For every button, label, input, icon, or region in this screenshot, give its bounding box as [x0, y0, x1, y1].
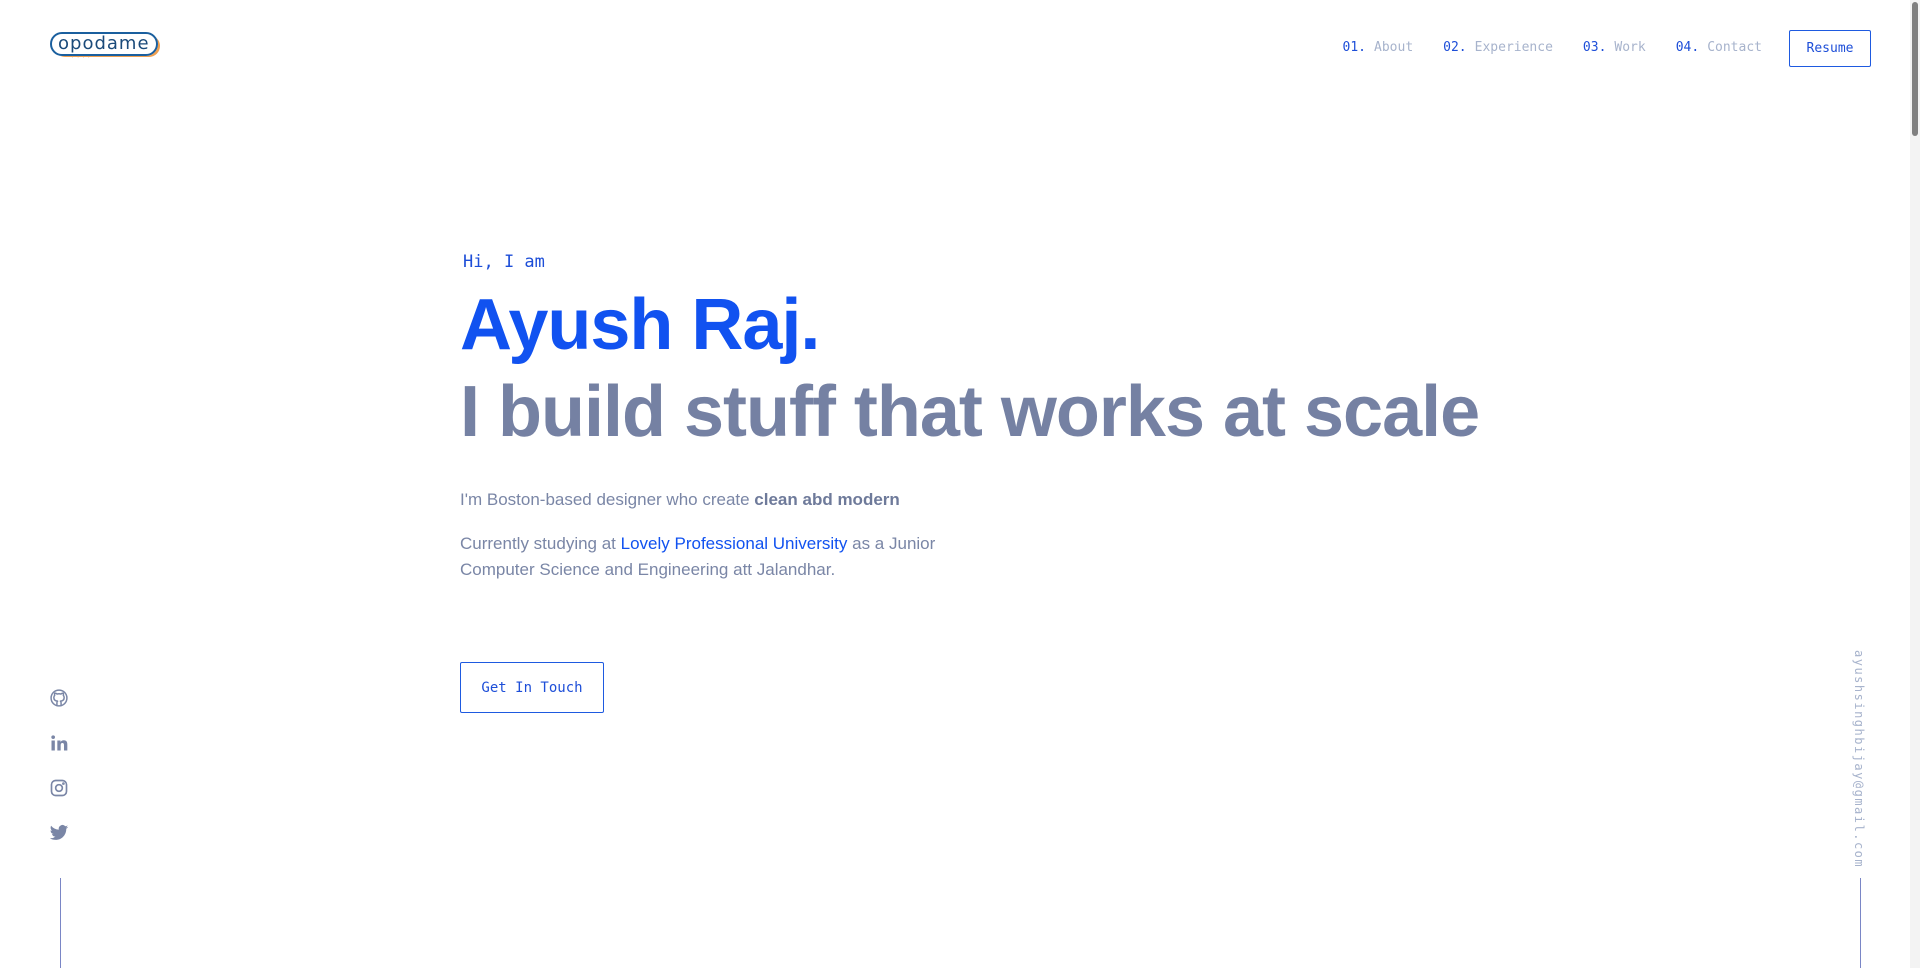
email-link[interactable]: ayushsinghbijay@gmail.com	[1852, 650, 1866, 868]
greeting: Hi, I am	[463, 252, 545, 272]
social-links	[49, 688, 71, 868]
hero-section: Hi, I am Ayush Raj. I build stuff that w…	[460, 252, 1660, 583]
scrollbar-thumb[interactable]	[1912, 2, 1918, 136]
hero-name: Ayush Raj.	[460, 285, 820, 365]
logo-wordmark: opodame	[50, 32, 158, 56]
nav-about[interactable]: 01. About	[1343, 40, 1414, 58]
nav-number: 01.	[1342, 40, 1367, 55]
nav-number: 02.	[1443, 40, 1467, 55]
instagram-icon[interactable]	[49, 778, 69, 798]
intro-bold: clean abd modern	[754, 490, 900, 509]
get-in-touch-button[interactable]: Get In Touch	[460, 662, 604, 713]
twitter-icon[interactable]	[49, 823, 69, 843]
hero-intro: I'm Boston-based designer who create cle…	[460, 490, 1660, 510]
nav-work[interactable]: 03. Work	[1583, 40, 1646, 58]
nav-label: About	[1374, 40, 1414, 55]
logo[interactable]: opodame ....	[50, 32, 158, 62]
nav-experience[interactable]: 02. Experience	[1443, 40, 1553, 58]
nav-label: Experience	[1474, 40, 1553, 55]
nav-label: Work	[1614, 40, 1646, 55]
nav-number: 03.	[1582, 40, 1607, 55]
university-link[interactable]: Lovely Professional University	[621, 534, 848, 553]
hero-tagline: I build stuff that works at scale	[460, 372, 1480, 452]
nav-contact[interactable]: 04. Contact	[1676, 40, 1762, 58]
hero-study: Currently studying at Lovely Professiona…	[460, 531, 980, 583]
study-prefix: Currently studying at	[460, 534, 621, 553]
nav-label: Contact	[1707, 40, 1762, 55]
right-side-line	[1860, 878, 1861, 968]
intro-text: I'm Boston-based designer who create	[460, 490, 755, 509]
linkedin-icon[interactable]	[49, 733, 69, 753]
scrollbar[interactable]	[1910, 0, 1920, 968]
github-icon[interactable]	[49, 688, 69, 708]
main-nav: 01. About 02. Experience 03. Work 04. Contac…	[1313, 40, 1762, 58]
left-side-line	[60, 878, 61, 968]
nav-number: 04.	[1675, 40, 1700, 55]
logo-subtext: ....	[72, 54, 94, 60]
resume-button[interactable]: Resume	[1789, 30, 1871, 67]
